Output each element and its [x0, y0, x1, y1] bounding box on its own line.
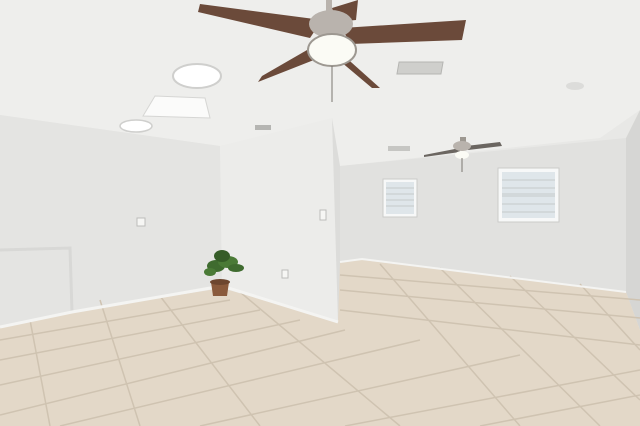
right-wall	[626, 110, 640, 330]
skylight	[142, 95, 211, 119]
light-switch	[319, 209, 327, 221]
ceiling-light-small	[119, 119, 153, 133]
air-vent-back	[388, 146, 410, 151]
ceiling-light	[172, 63, 222, 89]
smoke-detector	[566, 82, 584, 90]
wall-outlet	[136, 217, 146, 227]
window-left	[382, 178, 418, 218]
window-right	[497, 167, 560, 223]
air-vent-small	[255, 125, 271, 130]
air-vent	[396, 61, 444, 75]
wall-outlet-pillar	[281, 269, 289, 279]
room-photo	[0, 0, 640, 426]
